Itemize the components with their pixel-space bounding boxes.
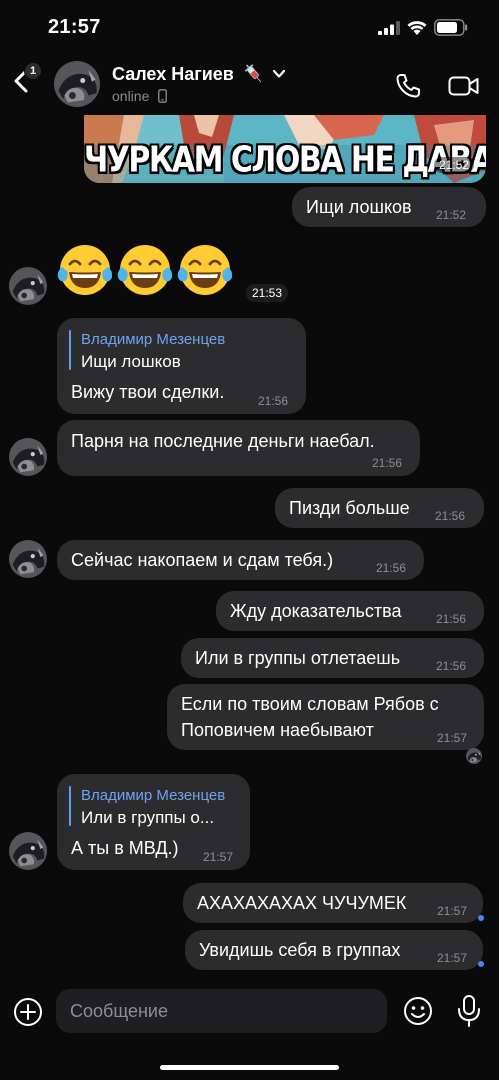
reply-quote-bar — [69, 330, 71, 370]
cellular-signal-icon — [378, 21, 400, 35]
mobile-device-icon — [158, 89, 167, 103]
message-input[interactable] — [56, 989, 387, 1033]
message-time: 21:52 — [433, 157, 474, 173]
face-with-tears-of-joy-icon — [117, 245, 172, 295]
reply-quote-text[interactable]: Или в группы о... — [81, 808, 214, 828]
message-text: АХАХАХАХАХ ЧУЧУМЕК — [197, 893, 407, 913]
incoming-message[interactable]: Парня на последние деньги наебал. 21:56 — [57, 420, 420, 476]
contact-avatar[interactable] — [54, 61, 100, 107]
message-time: 21:52 — [436, 208, 467, 222]
message-text: Ищи лошков — [306, 197, 412, 217]
outgoing-message[interactable]: Пизди больше 21:56 — [275, 488, 484, 528]
contact-status: online — [112, 88, 150, 104]
message-text: Увидишь себя в группах — [199, 940, 401, 960]
status-bar: 21:57 — [0, 0, 499, 56]
outgoing-message[interactable]: Жду доказательства 21:56 — [216, 591, 484, 631]
battery-icon — [434, 19, 468, 36]
message-text: Сейчас накопаем и сдам тебя.) — [71, 550, 334, 570]
message-time: 21:57 — [437, 951, 468, 965]
attach-plus-icon[interactable] — [12, 996, 44, 1028]
message-time: 21:57 — [203, 850, 234, 864]
sender-avatar[interactable] — [9, 540, 47, 578]
emoji-message[interactable]: 21:53 — [56, 240, 296, 304]
smiley-sticker-icon[interactable] — [402, 995, 434, 1027]
home-indicator[interactable] — [160, 1065, 339, 1070]
message-time: 21:56 — [376, 561, 407, 575]
message-time: 21:56 — [436, 612, 467, 626]
sender-avatar[interactable] — [9, 832, 47, 870]
read-receipt-avatar — [466, 748, 482, 764]
meme-image-message[interactable]: ЧУРКАМ СЛОВА НЕ ДАВАЛИ 21:52 — [84, 115, 486, 183]
message-text-line: Поповичем наебывают — [181, 720, 374, 740]
message-time: 21:56 — [436, 659, 467, 673]
composer — [0, 980, 499, 1080]
incoming-reply-message[interactable]: Владимир Мезенцев Или в группы о... А ты… — [57, 774, 250, 870]
message-time: 21:56 — [372, 456, 403, 470]
contact-name[interactable]: Салех Нагиев — [112, 64, 234, 85]
sender-avatar[interactable] — [9, 438, 47, 476]
message-text: Вижу твои сделки. — [71, 382, 225, 402]
message-list[interactable]: ЧУРКАМ СЛОВА НЕ ДАВАЛИ 21:52 Ищи лошков … — [0, 112, 499, 980]
unread-count-badge[interactable]: 1 — [24, 62, 42, 80]
message-text: Парня на последние деньги наебал. — [71, 431, 375, 451]
reply-quote-author[interactable]: Владимир Мезенцев — [81, 787, 225, 804]
message-time: 21:57 — [437, 731, 468, 745]
reply-quote-text[interactable]: Ищи лошков — [81, 352, 181, 372]
chat-header: 1 Салех Нагиев online — [0, 56, 499, 112]
message-text: Жду доказательства — [230, 601, 402, 621]
meme-caption: ЧУРКАМ СЛОВА НЕ ДАВАЛИ — [84, 139, 486, 182]
video-call-icon[interactable] — [448, 74, 480, 98]
outgoing-message[interactable]: Увидишь себя в группах 21:57 — [185, 930, 483, 970]
message-text-line: Если по твоим словам Рябов с — [181, 694, 439, 714]
message-text: Пизди больше — [289, 498, 410, 518]
chevron-down-icon[interactable] — [272, 68, 286, 80]
message-time: 21:57 — [437, 904, 468, 918]
outgoing-message[interactable]: АХАХАХАХАХ ЧУЧУМЕК 21:57 — [183, 883, 483, 923]
message-time: 21:53 — [246, 284, 289, 302]
phone-call-icon[interactable] — [394, 72, 422, 100]
incoming-message[interactable]: Сейчас накопаем и сдам тебя.) 21:56 — [57, 540, 424, 580]
unread-indicator — [478, 915, 484, 921]
wifi-icon — [407, 21, 427, 35]
sender-avatar[interactable] — [9, 267, 47, 305]
unread-indicator — [478, 961, 484, 967]
face-with-tears-of-joy-icon — [177, 245, 232, 295]
outgoing-message[interactable]: Ищи лошков 21:52 — [292, 187, 486, 227]
outgoing-message[interactable]: Или в группы отлетаешь 21:56 — [181, 638, 484, 678]
microphone-icon[interactable] — [456, 994, 482, 1028]
message-time: 21:56 — [258, 394, 289, 408]
reply-quote-author[interactable]: Владимир Мезенцев — [81, 331, 225, 348]
incoming-reply-message[interactable]: Владимир Мезенцев Ищи лошков Вижу твои с… — [57, 318, 306, 414]
syringe-emoji-icon — [244, 64, 262, 83]
face-with-tears-of-joy-icon — [57, 245, 112, 295]
message-time: 21:56 — [435, 509, 466, 523]
message-text: Или в группы отлетаешь — [195, 648, 401, 668]
message-text: А ты в МВД.) — [71, 838, 179, 858]
status-time: 21:57 — [48, 16, 101, 38]
reply-quote-bar — [69, 786, 71, 826]
outgoing-message[interactable]: Если по твоим словам Рябов с Поповичем н… — [167, 684, 484, 750]
